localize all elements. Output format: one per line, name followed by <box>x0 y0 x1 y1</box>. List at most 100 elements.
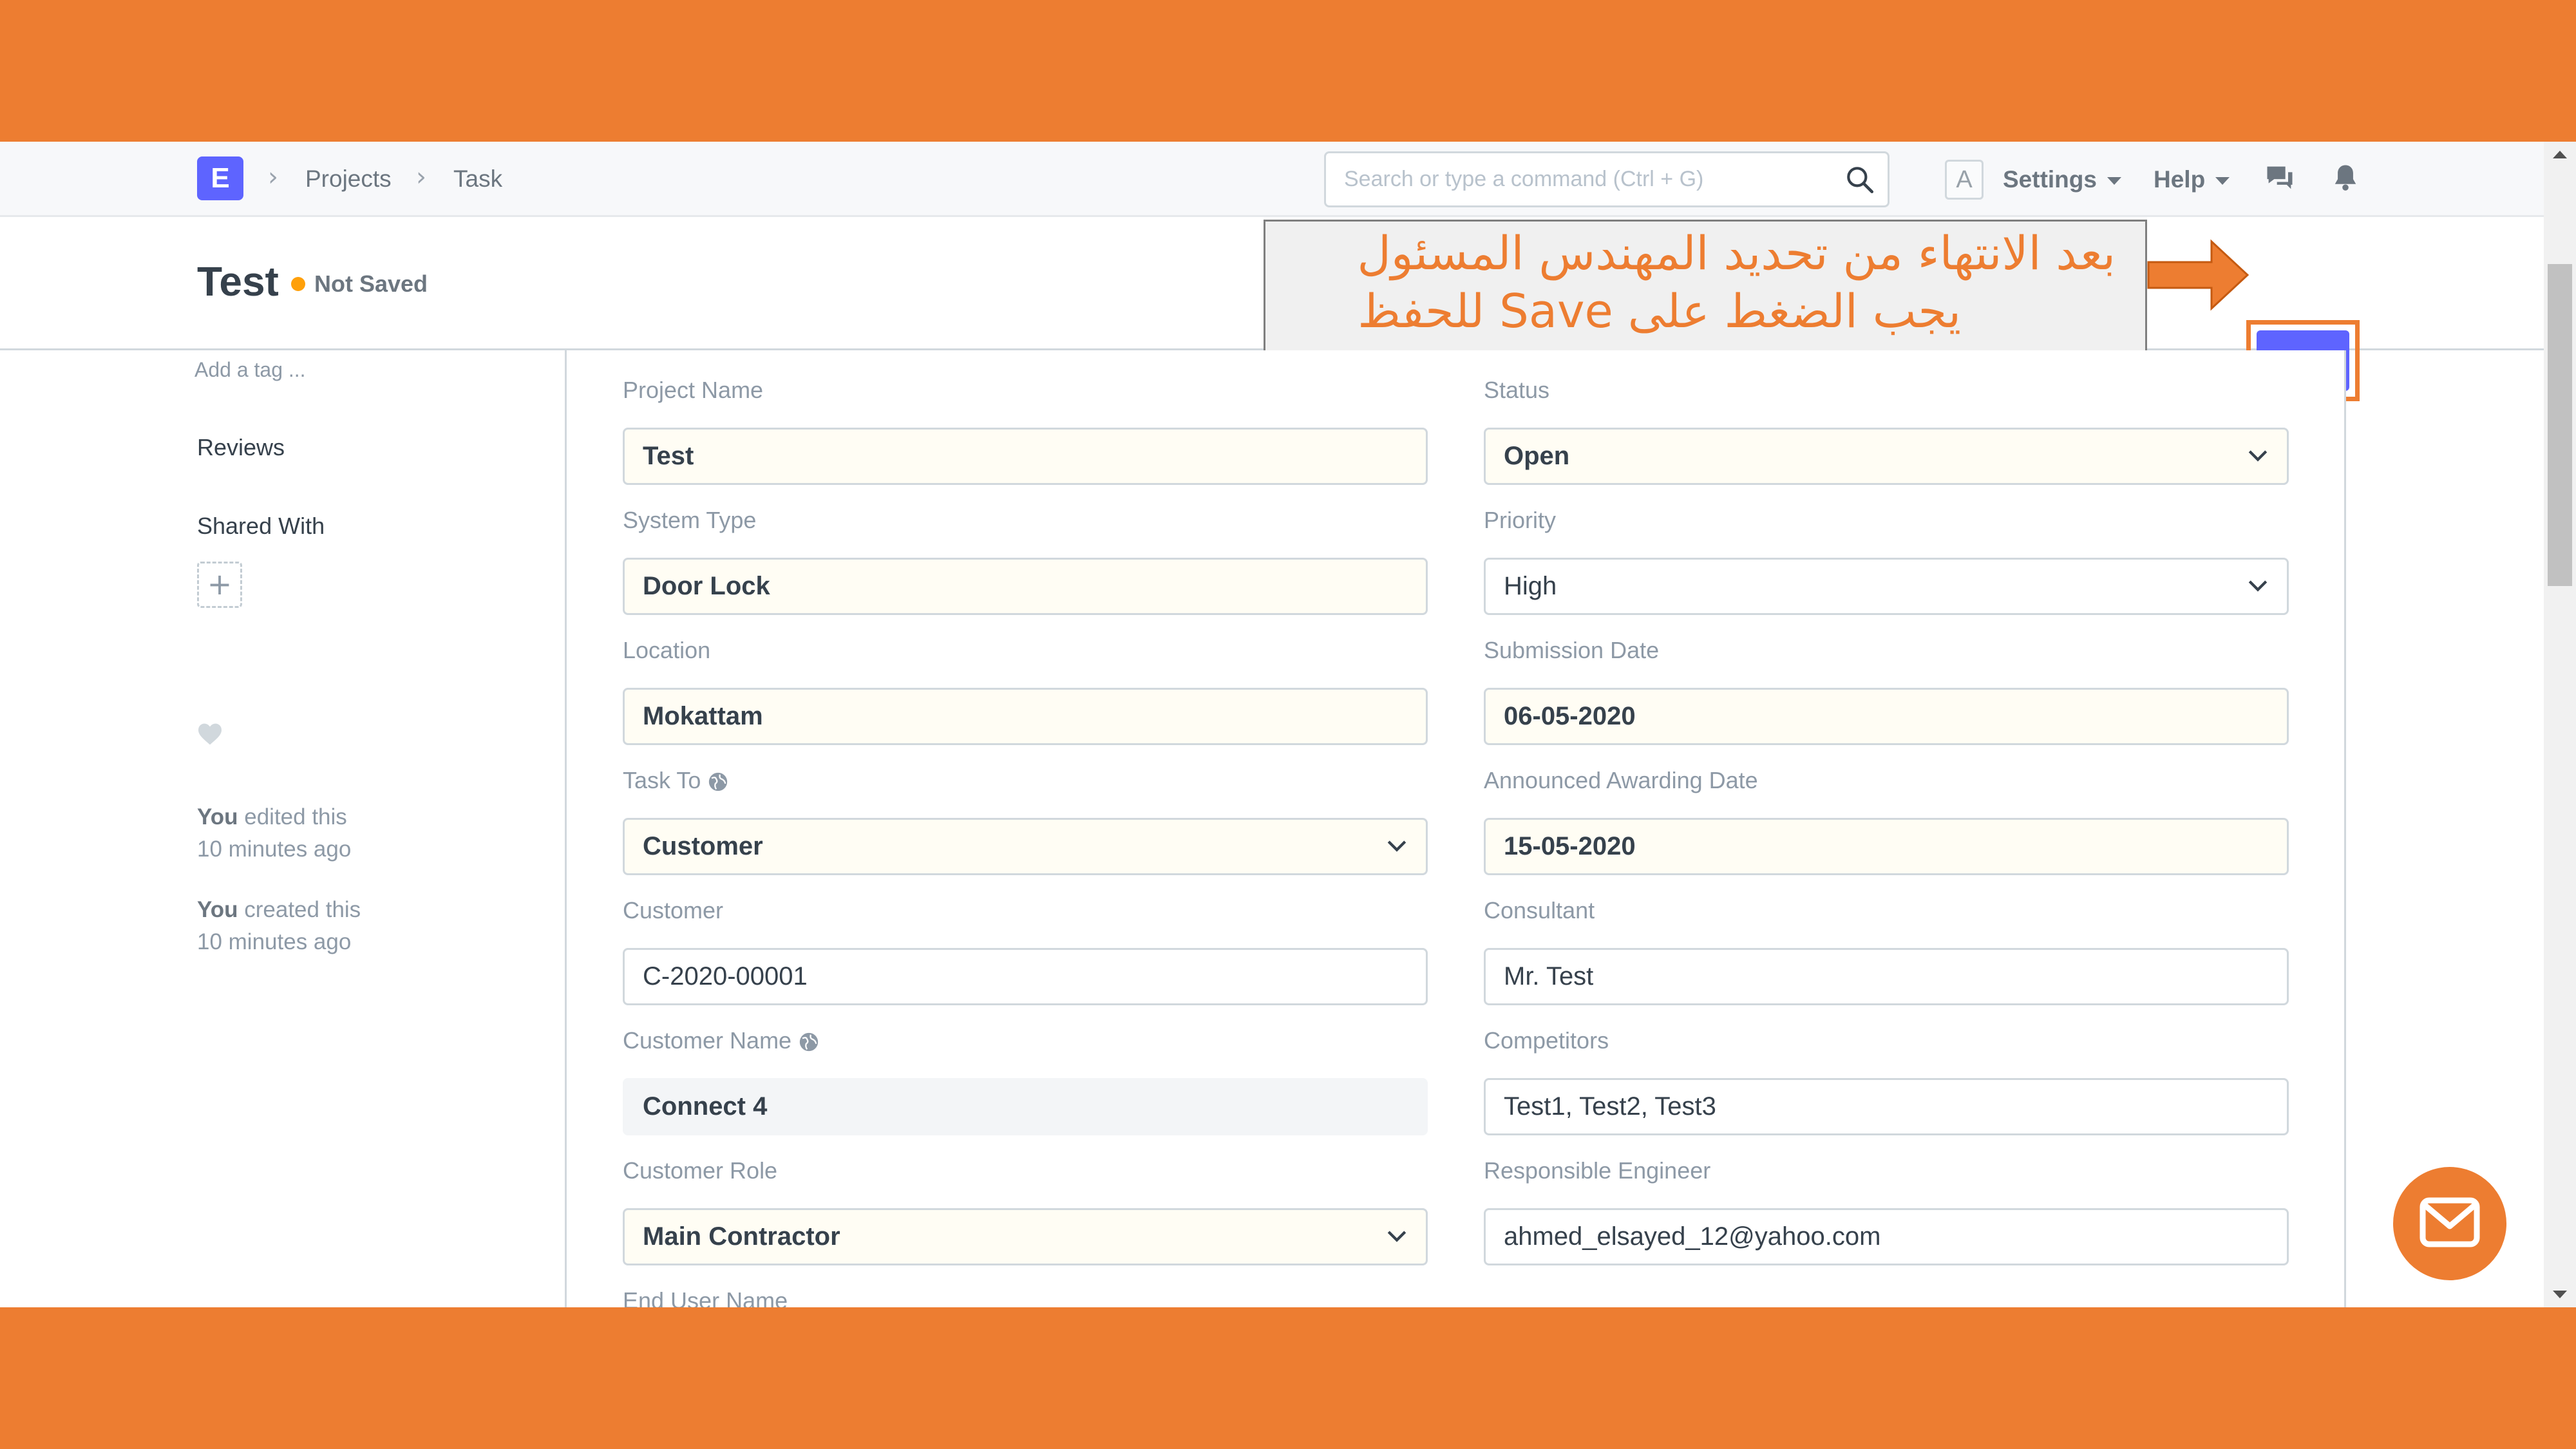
app-window: E › Projects › Task A Settings Help <box>0 142 2576 1307</box>
consultant-input[interactable]: Mr. Test <box>1484 948 2289 1005</box>
project-name-input[interactable]: Test <box>623 428 1428 485</box>
competitors-field: Competitors Test1, Test2, Test3 <box>1484 1027 2289 1135</box>
field-label: Priority <box>1484 507 1557 533</box>
field-label: Announced Awarding Date <box>1484 767 1758 793</box>
callout-text: بعد الانتهاء من تحديد المهندس المسئول يج… <box>1265 224 2116 340</box>
field-value: Door Lock <box>643 572 770 600</box>
activity-item: You created this 10 minutes ago <box>197 894 480 958</box>
task-form: Project Name Test System Type Door Lock … <box>569 350 2346 1307</box>
location-input[interactable]: Mokattam <box>623 688 1428 745</box>
page-scrollbar[interactable] <box>2544 142 2576 1307</box>
add-tag-link[interactable]: Add a tag ... <box>194 358 306 382</box>
activity-action: created this <box>244 897 361 922</box>
chevron-down-icon <box>2248 580 2268 592</box>
field-label-text: Customer Name <box>623 1027 792 1054</box>
consultant-field: Consultant Mr. Test <box>1484 896 2289 1005</box>
breadcrumb-projects[interactable]: Projects <box>305 165 392 193</box>
activity-actor: You <box>197 897 238 922</box>
caret-down-icon <box>2215 177 2230 185</box>
chevron-right-icon: › <box>416 162 426 192</box>
search-bar <box>1324 151 1889 207</box>
field-value: Customer <box>643 832 763 860</box>
responsible-engineer-input[interactable]: ahmed_elsayed_12@yahoo.com <box>1484 1208 2289 1265</box>
field-label: Customer Name <box>623 1027 1428 1055</box>
field-label: Competitors <box>1484 1027 1609 1054</box>
end-user-name-field: End User Name <box>623 1287 1428 1307</box>
caret-down-icon <box>2107 177 2121 185</box>
shared-with-label: Shared With <box>197 513 325 539</box>
field-label: Task To <box>623 766 1428 795</box>
field-value: 06-05-2020 <box>1504 702 1636 730</box>
customer-role-field: Customer Role Main Contractor <box>623 1157 1428 1265</box>
avatar[interactable]: A <box>1945 160 1984 200</box>
location-field: Location Mokattam <box>623 636 1428 745</box>
help-dropdown[interactable]: Help <box>2154 165 2230 194</box>
competitors-input[interactable]: Test1, Test2, Test3 <box>1484 1078 2289 1135</box>
breadcrumb-task[interactable]: Task <box>453 165 502 193</box>
add-share-button[interactable]: + <box>197 562 242 608</box>
field-value: High <box>1504 572 1557 600</box>
scroll-up-arrow-icon[interactable] <box>2553 151 2567 158</box>
chevron-down-icon <box>1387 840 1406 852</box>
field-value: Connect 4 <box>643 1092 768 1121</box>
activity-time: 10 minutes ago <box>197 929 352 954</box>
scrollbar-thumb[interactable] <box>2548 264 2572 586</box>
status-field: Status Open <box>1484 376 2289 485</box>
activity-item: You edited this 10 minutes ago <box>197 801 480 866</box>
help-label: Help <box>2154 166 2206 193</box>
field-value: Test1, Test2, Test3 <box>1504 1092 1716 1121</box>
field-label: System Type <box>623 507 757 533</box>
field-label: Project Name <box>623 377 764 403</box>
customer-role-select[interactable]: Main Contractor <box>623 1208 1428 1265</box>
field-value: Main Contractor <box>643 1222 840 1251</box>
sidebar: Add a tag ... Reviews Shared With + You … <box>0 350 567 1307</box>
field-label: Customer <box>623 897 724 923</box>
settings-label: Settings <box>2003 166 2097 193</box>
scroll-down-arrow-icon[interactable] <box>2553 1291 2567 1298</box>
field-value: Mr. Test <box>1504 962 1594 990</box>
field-label: Status <box>1484 377 1550 403</box>
task-to-select[interactable]: Customer <box>623 818 1428 875</box>
arrow-right-icon <box>2147 239 2249 311</box>
field-value: ahmed_elsayed_12@yahoo.com <box>1504 1222 1881 1251</box>
callout-line-1: بعد الانتهاء من تحديد المهندس المسئول <box>1357 226 2116 280</box>
search-input[interactable] <box>1344 153 1833 205</box>
app-logo[interactable]: E <box>197 156 243 200</box>
mail-icon <box>2420 1197 2480 1247</box>
priority-select[interactable]: High <box>1484 558 2289 615</box>
activity-actor: You <box>197 804 238 829</box>
system-type-field: System Type Door Lock <box>623 506 1428 615</box>
heart-icon[interactable] <box>197 723 223 746</box>
callout-line-2: يجب الضغط على Save للحفظ <box>1358 284 1961 338</box>
customer-name-readonly: Connect 4 <box>623 1078 1428 1135</box>
globe-icon <box>709 773 728 791</box>
globe-icon <box>799 1033 819 1052</box>
customer-name-field: Customer Name Connect 4 <box>623 1027 1428 1135</box>
page-head: Test Not Saved بعد الانتهاء من تحديد الم… <box>0 217 2576 401</box>
annotation-callout: بعد الانتهاء من تحديد المهندس المسئول يج… <box>1264 220 2147 357</box>
field-label: Location <box>623 637 711 663</box>
field-label: End User Name <box>623 1287 788 1307</box>
field-label: Customer Role <box>623 1157 778 1184</box>
priority-field: Priority High <box>1484 506 2289 615</box>
activity-time: 10 minutes ago <box>197 837 352 862</box>
system-type-input[interactable]: Door Lock <box>623 558 1428 615</box>
submission-date-input[interactable]: 06-05-2020 <box>1484 688 2289 745</box>
customer-input[interactable]: C-2020-00001 <box>623 948 1428 1005</box>
responsible-engineer-field: Responsible Engineer ahmed_elsayed_12@ya… <box>1484 1157 2289 1265</box>
field-value: C-2020-00001 <box>643 962 808 990</box>
status-select[interactable]: Open <box>1484 428 2289 485</box>
notification-bell-icon[interactable] <box>2329 161 2362 194</box>
customer-field: Customer C-2020-00001 <box>623 896 1428 1005</box>
settings-dropdown[interactable]: Settings <box>2003 165 2121 194</box>
field-label-text: Task To <box>623 767 701 793</box>
field-label: Consultant <box>1484 897 1595 923</box>
project-name-field: Project Name Test <box>623 376 1428 485</box>
message-button[interactable] <box>2393 1167 2506 1280</box>
search-icon[interactable] <box>1844 164 1876 196</box>
announced-awarding-date-input[interactable]: 15-05-2020 <box>1484 818 2289 875</box>
field-value: Test <box>643 442 694 470</box>
chevron-down-icon <box>2248 450 2268 462</box>
chat-bubbles-icon[interactable] <box>2263 161 2297 194</box>
not-saved-indicator <box>291 277 305 291</box>
